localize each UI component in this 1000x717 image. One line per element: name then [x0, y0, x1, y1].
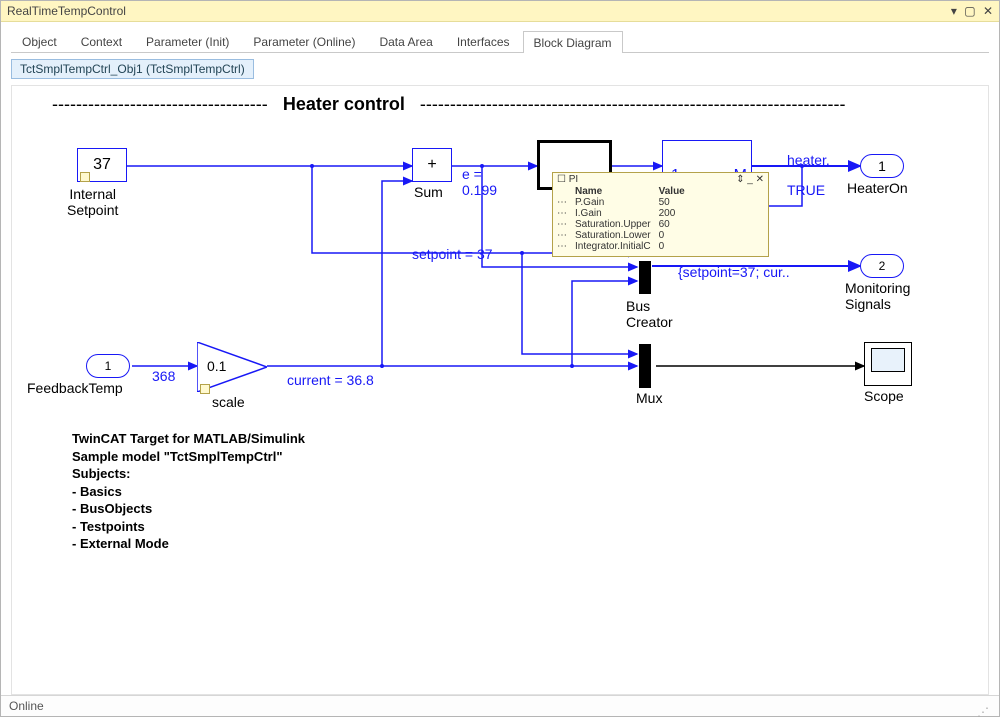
- signal-setpoint: setpoint = 37: [412, 246, 493, 262]
- pi-parameter-table: NameValue ⋯P.Gain50 ⋯I.Gain200 ⋯Saturati…: [557, 186, 693, 252]
- signal-feedback: 368: [152, 368, 175, 384]
- status-bar: Online ⋰: [1, 695, 999, 716]
- breadcrumb-item[interactable]: TctSmplTempCtrl_Obj1 (TctSmplTempCtrl): [11, 59, 254, 79]
- tab-context[interactable]: Context: [70, 30, 133, 52]
- tab-interfaces[interactable]: Interfaces: [446, 30, 521, 52]
- scope-label: Scope: [864, 388, 904, 404]
- tab-block-diagram[interactable]: Block Diagram: [523, 31, 623, 53]
- resize-grip-icon[interactable]: ⋰: [977, 702, 991, 716]
- pi-tooltip[interactable]: ☐ PI ⇕ _ ✕ NameValue ⋯P.Gain50 ⋯I.Gain20…: [552, 172, 769, 257]
- window-title: RealTimeTempControl: [7, 1, 126, 21]
- bus-creator-label: BusCreator: [626, 298, 673, 330]
- minimize-icon[interactable]: _: [747, 174, 753, 185]
- inport-feedback-label: FeedbackTemp: [27, 380, 123, 396]
- breadcrumb-bar: TctSmplTempCtrl_Obj1 (TctSmplTempCtrl): [11, 59, 989, 79]
- signal-current: current = 36.8: [287, 372, 374, 388]
- status-text: Online: [9, 696, 44, 716]
- tab-parameter-init[interactable]: Parameter (Init): [135, 30, 240, 52]
- constant-internal-setpoint[interactable]: 37: [77, 148, 127, 182]
- scope-block[interactable]: [864, 342, 912, 386]
- mux-block[interactable]: [639, 344, 651, 388]
- constant-value: 37: [93, 156, 111, 174]
- signal-e: e =0.199: [462, 166, 497, 198]
- pin-icon[interactable]: ⇕: [736, 174, 744, 185]
- signal-heater: heater.: [787, 152, 830, 168]
- annotation-text: TwinCAT Target for MATLAB/Simulink Sampl…: [72, 430, 305, 553]
- tab-parameter-online[interactable]: Parameter (Online): [242, 30, 366, 52]
- block-diagram-canvas[interactable]: ------------------------------------ Hea…: [11, 85, 989, 695]
- close-icon[interactable]: ✕: [983, 4, 993, 18]
- mux-label: Mux: [636, 390, 662, 406]
- outport-heater-on[interactable]: 1: [860, 154, 904, 178]
- sum-label: Sum: [414, 184, 443, 200]
- tab-strip: Object Context Parameter (Init) Paramete…: [11, 30, 989, 53]
- outport-monitoring[interactable]: 2: [860, 254, 904, 278]
- sum-block[interactable]: +: [412, 148, 452, 182]
- block-handle-icon: [80, 172, 90, 182]
- signal-heater-true: TRUE: [787, 182, 825, 198]
- constant-label: InternalSetpoint: [67, 186, 118, 218]
- close-icon[interactable]: ✕: [756, 174, 764, 185]
- group-title: ------------------------------------ Hea…: [52, 94, 845, 115]
- signal-bus: {setpoint=37; cur..: [678, 264, 790, 280]
- tab-object[interactable]: Object: [11, 30, 68, 52]
- window-titlebar[interactable]: RealTimeTempControl ▾ ▢ ✕: [1, 1, 999, 22]
- block-handle-icon: [200, 384, 210, 394]
- inport-feedback[interactable]: 1: [86, 354, 130, 378]
- dropdown-icon[interactable]: ▾: [951, 4, 957, 18]
- pi-tooltip-title: PI: [569, 174, 578, 185]
- scope-screen-icon: [871, 348, 905, 372]
- tab-data-area[interactable]: Data Area: [368, 30, 443, 52]
- outport-heater-label: HeaterOn: [847, 180, 908, 196]
- outport-monitoring-label: MonitoringSignals: [845, 280, 910, 312]
- maximize-icon[interactable]: ▢: [964, 4, 975, 18]
- gain-label: scale: [212, 394, 245, 410]
- gain-value[interactable]: 0.1: [207, 358, 226, 374]
